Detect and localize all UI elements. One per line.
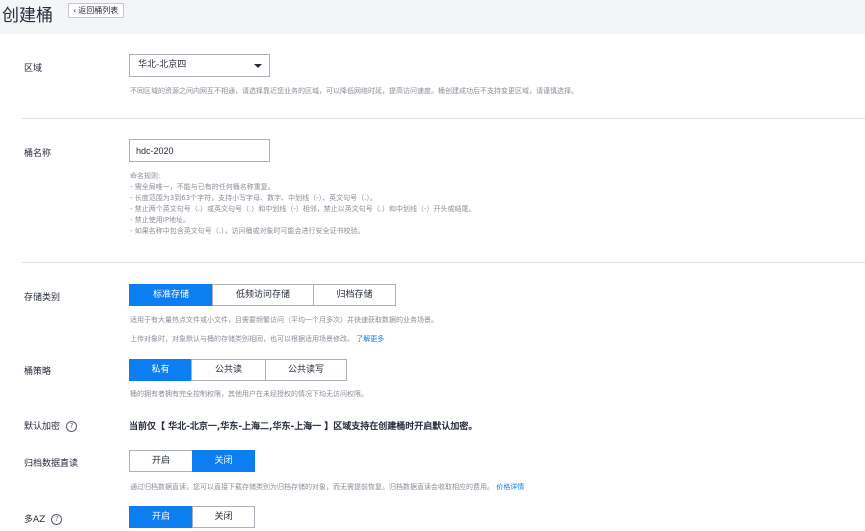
archive-direct-read-option-off[interactable]: 关闭 <box>192 450 255 472</box>
storage-class-hint-text: 上传对象时，对象默认与桶的存储类别相同，也可以根据适用场景修改。 <box>130 335 354 343</box>
storage-class-hint: 适用于有大量热点文件或小文件，且需要频繁访问（平均一个月多次）并快速获取数据的业… <box>130 316 438 324</box>
bucket-policy-selector: 私有 公共读 公共读写 <box>129 359 347 381</box>
region-select-value: 华北-北京四 <box>138 60 187 70</box>
multi-az-label: 多AZ? <box>24 512 63 525</box>
bucket-policy-option-public-read[interactable]: 公共读 <box>191 359 266 381</box>
storage-class-option-standard[interactable]: 标准存储 <box>129 284 213 306</box>
storage-class-label: 存储类别 <box>24 293 61 303</box>
rule-line: - 需全局唯一，不能与已有的任何桶名称重复。 <box>130 183 275 191</box>
storage-class-option-archive[interactable]: 归档存储 <box>313 284 396 306</box>
archive-direct-read-hint-text: 通过归档数据直读，您可以直接下载存储类别为归档存储的对象，而无需提前恢复。归档数… <box>130 483 494 491</box>
page-header: 创建桶 ‹ 返回桶列表 <box>0 0 865 26</box>
back-to-bucket-list-button[interactable]: ‹ 返回桶列表 <box>68 3 125 18</box>
question-circle-icon[interactable]: ? <box>51 514 63 525</box>
divider <box>22 118 865 119</box>
multi-az-selector: 开启 关闭 <box>129 506 255 528</box>
multi-az-option-on[interactable]: 开启 <box>129 506 193 528</box>
archive-direct-read-selector: 开启 关闭 <box>129 450 255 472</box>
storage-class-option-infrequent[interactable]: 低频访问存储 <box>212 284 314 306</box>
bucket-policy-label: 桶策略 <box>24 367 52 377</box>
archive-direct-read-option-on[interactable]: 开启 <box>129 450 193 472</box>
rule-line: - 禁止使用IP地址。 <box>130 216 191 224</box>
page-title: 创建桶 <box>2 6 53 26</box>
storage-class-hint-2: 上传对象时，对象默认与桶的存储类别相同，也可以根据适用场景修改。 了解更多 <box>130 334 384 344</box>
rule-line: 命名规则: <box>130 172 161 180</box>
multi-az-label-text: 多AZ <box>24 515 46 525</box>
caret-down-icon <box>254 64 262 68</box>
storage-class-selector: 标准存储 低频访问存储 归档存储 <box>129 284 396 306</box>
region-hint: 不同区域的资源之间内网互不相通，请选择靠近您业务的区域，可以降低网络时延，提高访… <box>130 87 578 95</box>
multi-az-option-off[interactable]: 关闭 <box>192 506 255 528</box>
archive-direct-read-hint: 通过归档数据直读，您可以直接下载存储类别为归档存储的对象，而无需提前恢复。归档数… <box>130 482 524 492</box>
default-encryption-label-text: 默认加密 <box>24 422 61 432</box>
bucket-name-label: 桶名称 <box>24 149 52 159</box>
rule-line: - 禁止两个英文句号（.）或英文句号（.）和中划线（-）相邻，禁止以英文句号（.… <box>130 205 476 213</box>
bucket-policy-hint: 桶的拥有者拥有完全控制权限，其他用户在未经授权的情况下均无访问权限。 <box>130 390 368 398</box>
region-select[interactable]: 华北-北京四 <box>129 54 270 77</box>
bucket-name-input[interactable] <box>129 139 270 162</box>
back-button-label: 返回桶列表 <box>78 6 119 15</box>
divider <box>22 262 865 263</box>
default-encryption-label: 默认加密? <box>24 419 78 432</box>
price-details-link[interactable]: 价格详情 <box>496 483 524 491</box>
default-encryption-notice: 当前仅【 华北-北京一,华东-上海二,华东-上海一 】区域支持在创建桶时开启默认… <box>129 422 478 432</box>
bucket-name-rules: 命名规则: - 需全局唯一，不能与已有的任何桶名称重复。 - 长度范围为3到63… <box>130 171 475 237</box>
rule-line: - 如果名称中包含英文句号（.），访问桶或对象时可能会进行安全证书校验。 <box>130 227 365 235</box>
bucket-policy-option-public-read-write[interactable]: 公共读写 <box>265 359 347 381</box>
learn-more-link[interactable]: 了解更多 <box>356 335 384 343</box>
archive-direct-read-label: 归档数据直读 <box>24 459 79 469</box>
rule-line: - 长度范围为3到63个字符，支持小写字母、数字、中划线（-）、英文句号（.）。 <box>130 194 377 202</box>
question-circle-icon[interactable]: ? <box>66 421 78 432</box>
chevron-left-icon: ‹ <box>73 6 77 15</box>
region-label: 区域 <box>24 64 43 74</box>
bucket-policy-option-private[interactable]: 私有 <box>129 359 192 381</box>
